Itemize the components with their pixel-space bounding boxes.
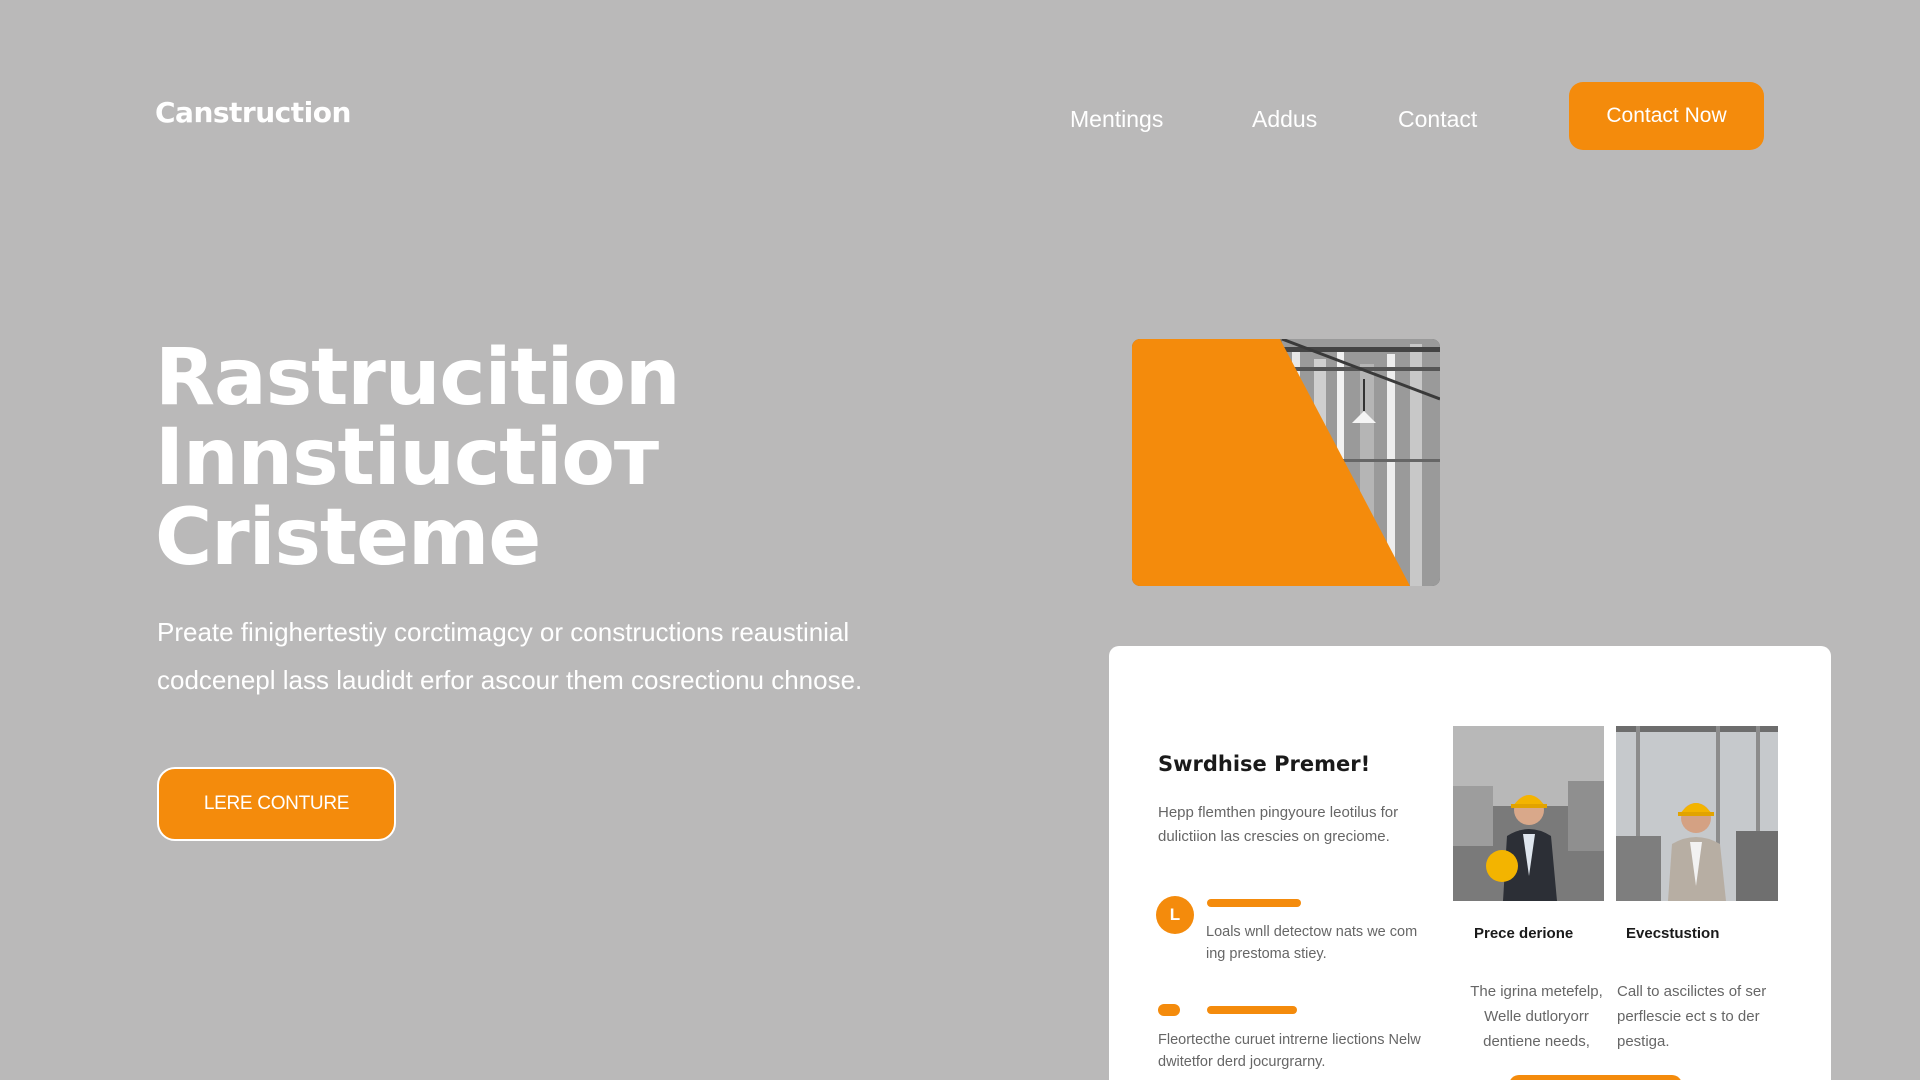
industrial-plant-illustration [1132, 339, 1440, 586]
engineer-photo-1 [1453, 726, 1604, 901]
hero-title-line-1: Rastrucition [155, 333, 681, 423]
person-name-1: Prece derione [1474, 925, 1574, 942]
card-title: Swrdhise Premer! [1158, 752, 1371, 776]
person-name-2: Evecstustion [1626, 925, 1720, 942]
industrial-feature-image [1132, 339, 1440, 586]
engineer-photo-2 [1616, 726, 1778, 901]
item-badge: L [1156, 896, 1194, 934]
nav-link-contact[interactable]: Contact [1398, 106, 1477, 133]
card-item-text-2: Fleortecthe curuet intrerne liections Ne… [1158, 1032, 1421, 1070]
person-text-1: The igrina metefelp, Welle dutloryorr de… [1470, 983, 1603, 1050]
hero-cta-button[interactable]: LERE CONTURE [157, 767, 396, 841]
site-logo[interactable]: Canstruction [155, 96, 351, 129]
card-item-text-1: Loals wnll detectow nats we com ing pres… [1206, 924, 1418, 962]
hero-title-line-2: Innstiuctioт [155, 413, 659, 503]
engineer-illustration [1616, 726, 1778, 901]
contact-now-button[interactable]: Contact Now [1569, 82, 1764, 150]
person-text-2: Call to ascilictes of ser perflescie ect… [1617, 983, 1767, 1050]
nav-link-addus[interactable]: Addus [1252, 106, 1317, 133]
card-description: Hepp flemthen pingyoure leotilus for dul… [1158, 804, 1399, 845]
card-action-button[interactable] [1509, 1075, 1682, 1080]
hero-title: Rastrucition Innstiuctioт Cristeme [155, 333, 681, 583]
hero-subtitle-line-2: codcenepl lass laudidt erfor ascour them… [157, 665, 863, 695]
item-accent-bar [1207, 1006, 1297, 1014]
engineer-illustration [1453, 726, 1604, 901]
item-bullet-icon [1158, 1004, 1180, 1016]
info-card: Swrdhise Premer! Hepp flemthen pingyoure… [1109, 646, 1831, 1080]
item-accent-bar [1207, 899, 1301, 907]
hero-title-line-3: Cristeme [155, 493, 541, 583]
hero-subtitle-line-1: Preate finighertestiy corctimagcy or con… [157, 617, 850, 647]
nav-link-mentings[interactable]: Mentings [1070, 106, 1163, 133]
hero-subtitle: Preate finighertestiy corctimagcy or con… [157, 608, 957, 704]
